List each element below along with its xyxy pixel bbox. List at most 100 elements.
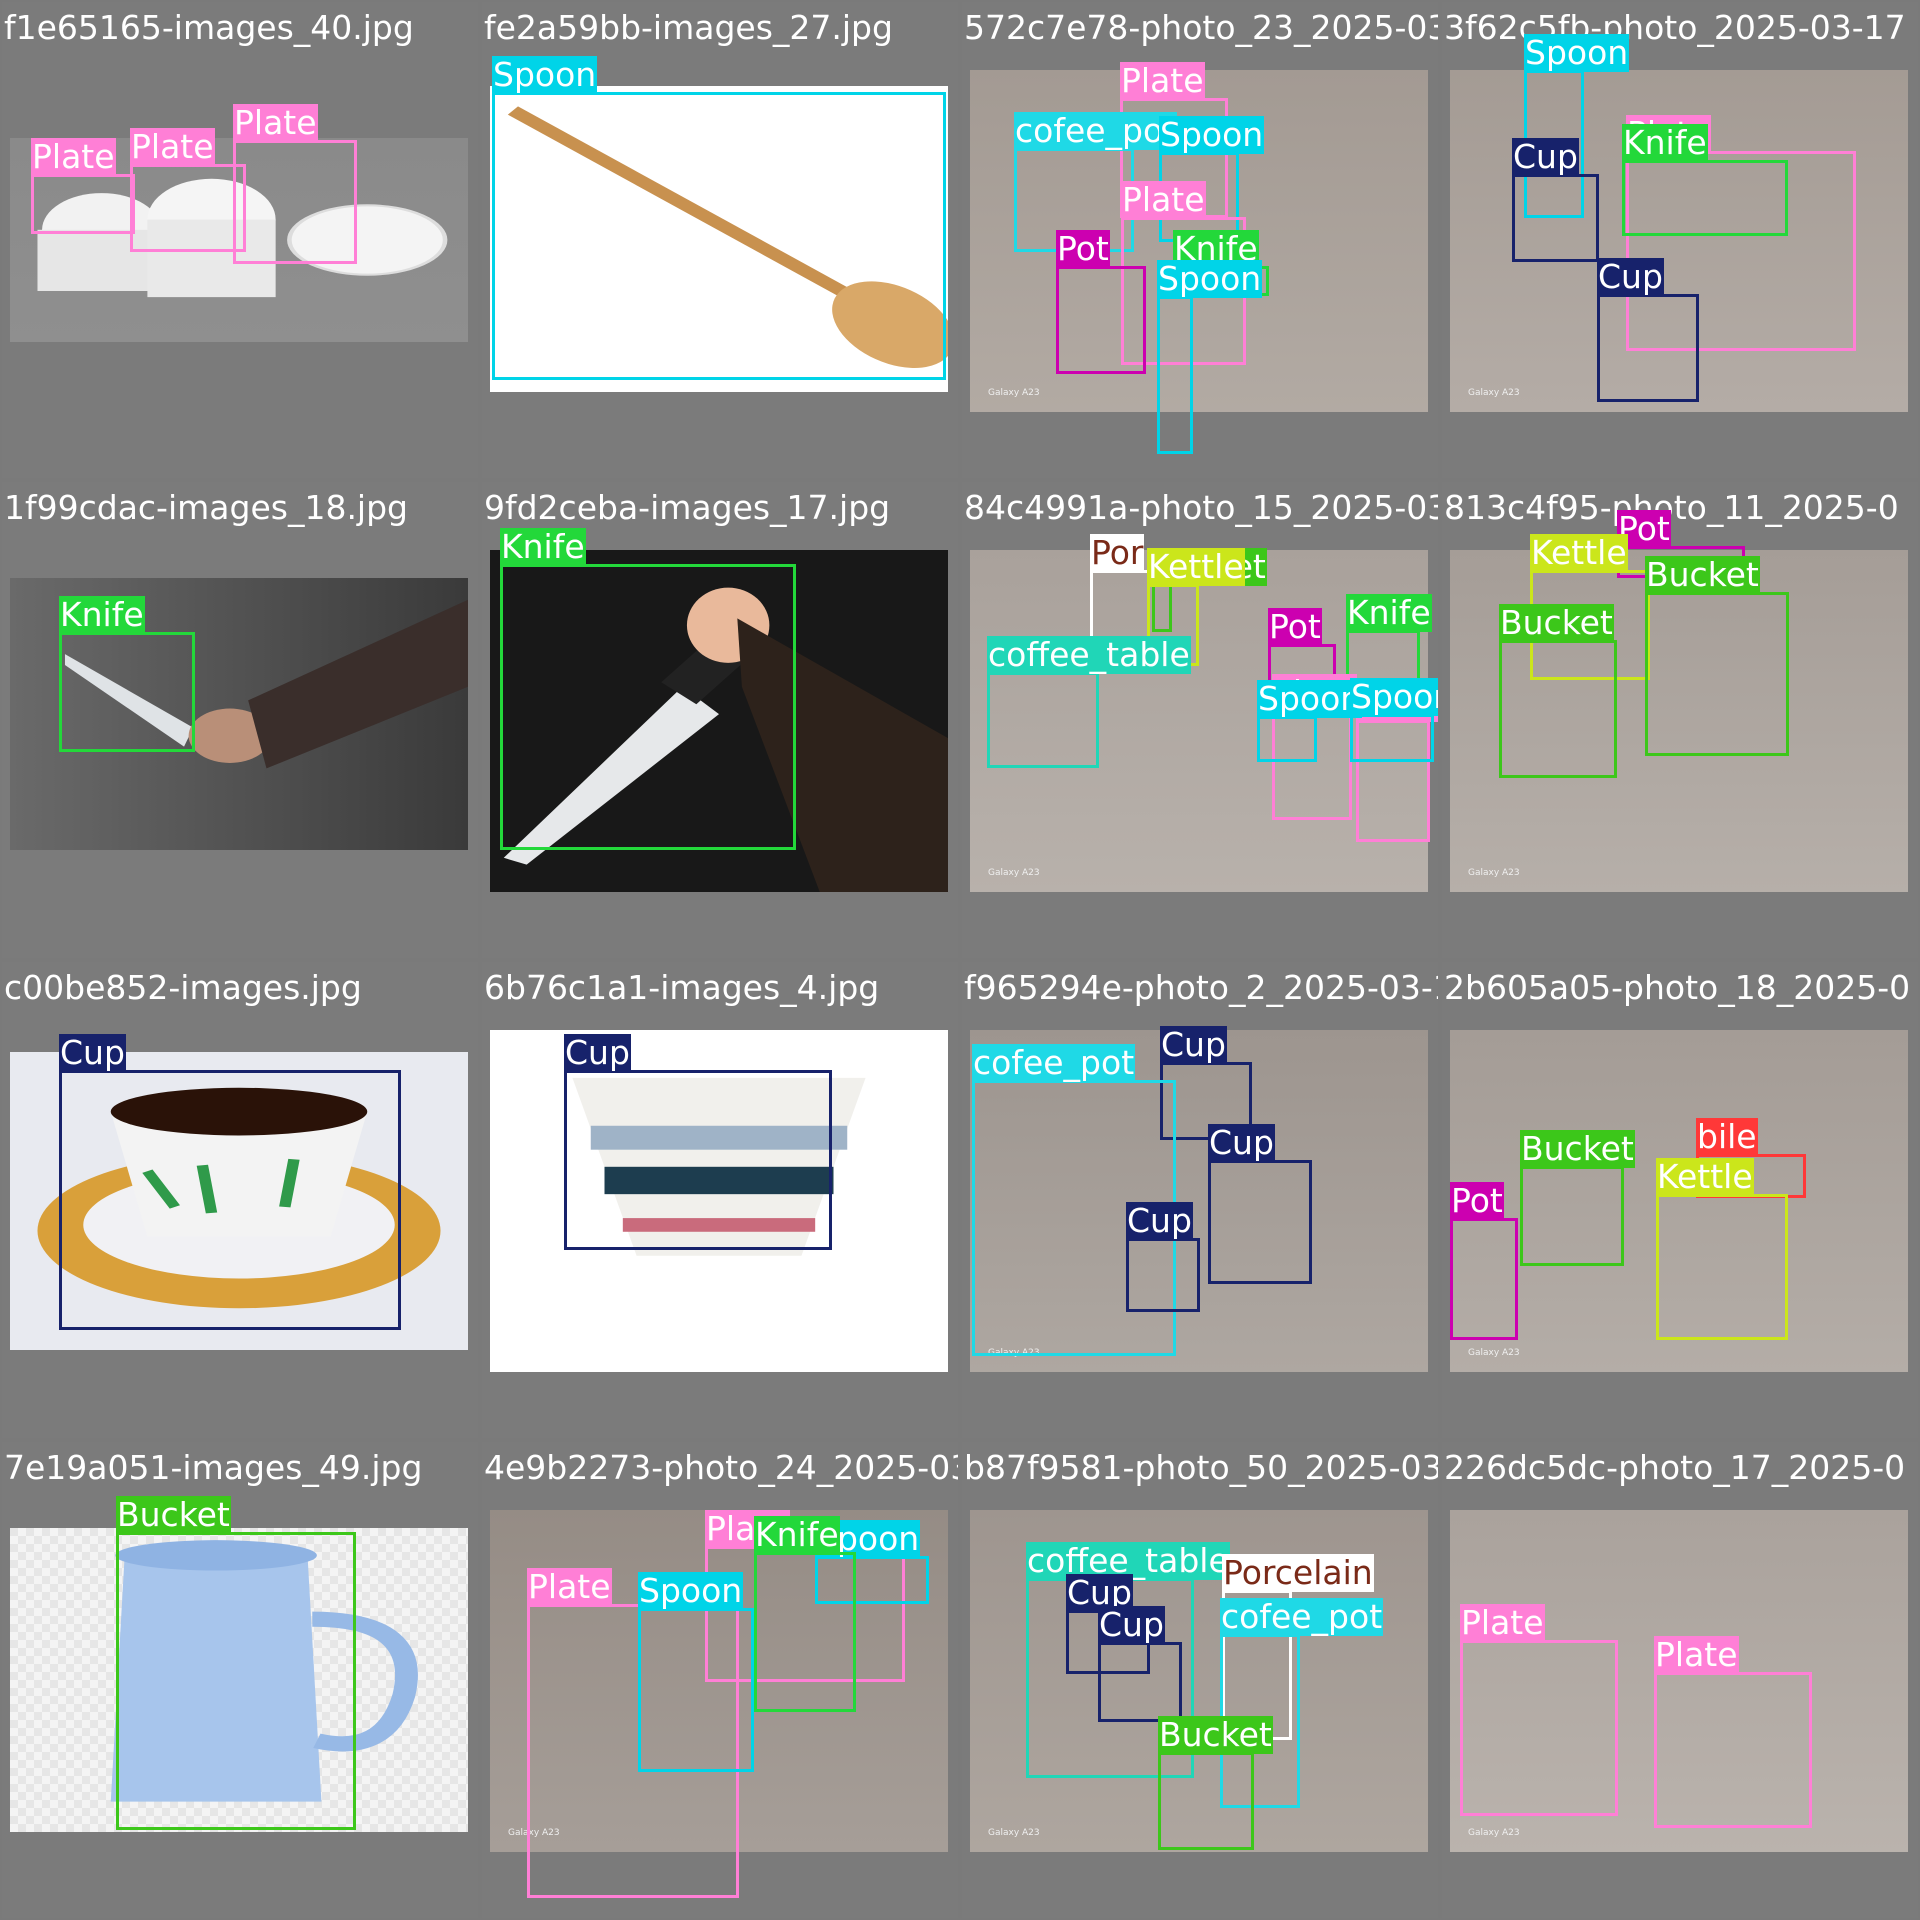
bbox-label: Bucket [1158,1715,1273,1754]
tile-filename: 1f99cdac-images_18.jpg [4,488,408,527]
camera-watermark: Galaxy A23 [1468,868,1520,878]
bbox-label: Pot [1450,1181,1504,1220]
camera-watermark: Galaxy A23 [1468,1348,1520,1358]
bbox-knife [754,1552,856,1712]
bbox-label: Plate [1120,61,1205,100]
mosaic-tile: Galaxy A23 572c7e78-photo_23_2025-03-17_1… [962,2,1438,478]
tile-filename: b87f9581-photo_50_2025-03-17_15-13-33.jp… [964,1448,1438,1487]
mosaic-tile: Galaxy A23f965294e-photo_2_2025-03-17_15… [962,962,1438,1438]
bbox-label: Kettle [1530,533,1628,572]
bbox-pot [1056,266,1146,374]
bbox-label: Spoon [492,55,598,94]
bbox-cup [59,1070,401,1330]
tile-filename: 572c7e78-photo_23_2025-03-17_15-13-33.jp… [964,8,1438,47]
bbox-label: Spoon [1257,679,1363,718]
bbox-label: Kettle [1656,1157,1754,1196]
bbox-label: Plate [1654,1635,1739,1674]
bbox-cup [564,1070,832,1250]
bbox-label: bile [1696,1117,1758,1156]
mosaic-tile: 7e19a051-images_49.jpg Bucket [2,1442,478,1918]
bbox-spoon [1157,296,1193,454]
bbox-cup [1597,294,1699,402]
mosaic-tile: fe2a59bb-images_27.jpg Spoon [482,2,958,478]
bbox-label: Cup [1098,1605,1165,1644]
bbox-label: cofee_pot [1014,111,1178,150]
bbox-label: Cup [1126,1201,1193,1240]
bbox-label: Cup [1512,137,1579,176]
camera-watermark: Galaxy A23 [1468,388,1520,398]
bbox-spoon [1350,714,1434,762]
bbox-label: Knife [59,595,145,634]
bbox-spoon [492,92,946,380]
bbox-bucket [116,1532,356,1830]
mosaic-tile: f1e65165-images_40.jpg Plate Plate Plate [2,2,478,478]
tile-filename: 7e19a051-images_49.jpg [4,1448,423,1487]
bbox-label: Cup [1160,1025,1227,1064]
bbox-label: Plate [527,1567,612,1606]
bbox-label: cofee_pot [972,1043,1136,1082]
bbox-label: Bucket [1520,1129,1635,1168]
bbox-label: Plate [1121,180,1206,219]
camera-watermark: Galaxy A23 [988,868,1040,878]
detection-mosaic: f1e65165-images_40.jpg Plate Plate Plate fe2… [0,0,1920,1920]
bbox-knife [1622,160,1788,236]
mosaic-tile: Galaxy A23 226dc5dc-photo_17_2025-0 Plate P… [1442,1442,1918,1918]
bbox-cup [1208,1160,1312,1284]
bbox-label: Spoon [1524,33,1630,72]
bbox-label: cofee_pot [1220,1597,1384,1636]
bbox-plate [233,140,357,264]
tile-filename: f1e65165-images_40.jpg [4,8,414,47]
tile-filename: 84c4991a-photo_15_2025-03-17_15-13-33.jp… [964,488,1438,527]
bbox-label: Plate [130,127,215,166]
bbox-plate [130,164,246,252]
bbox-plate [1460,1640,1618,1816]
bbox-label: Cup [564,1033,631,1072]
camera-watermark: Galaxy A23 [1468,1828,1520,1838]
bbox-knife [500,564,796,850]
bbox-label: Plate [1460,1603,1545,1642]
tile-filename: fe2a59bb-images_27.jpg [484,8,893,47]
tile-filename: 9fd2ceba-images_17.jpg [484,488,891,527]
bbox-spoon [638,1608,754,1772]
bbox-bucket [1499,640,1617,778]
tile-filename: 4e9b2273-photo_24_2025-03-17_15-13-33.jp… [484,1448,958,1487]
bbox-label: Knife [1346,593,1432,632]
bbox-label: Spoon [1159,115,1265,154]
bbox-label: Bucket [1645,555,1760,594]
mosaic-tile: c00be852-images.jpg Cup [2,962,478,1438]
mosaic-tile: Galaxy A23 2b605a05-photo_18_2025-0 bile Bu… [1442,962,1918,1438]
tile-filename: f965294e-photo_2_2025-03-17_15-13-33.jpg [964,968,1438,1007]
bbox-label: Cup [1597,257,1664,296]
bbox-label: Bucket [116,1495,231,1534]
bbox-label: Por [1090,533,1145,572]
bbox-plate [31,174,135,234]
bbox-label: Porcelain [1222,1553,1374,1592]
bbox-label: Knife [754,1515,840,1554]
bbox-label: Cup [1208,1123,1275,1162]
mosaic-tile: Galaxy A23 813c4f95-photo_11_2025-0 Pot Ket… [1442,482,1918,958]
mosaic-tile: 1f99cdac-images_18.jpg Knife [2,482,478,958]
bbox-label: Kettle [1147,547,1245,586]
mosaic-tile: 9fd2ceba-images_17.jpg Knife [482,482,958,958]
tile-filename: c00be852-images.jpg [4,968,362,1007]
tile-filename: 226dc5dc-photo_17_2025-0 [1444,1448,1906,1487]
mosaic-tile: Galaxy A23 b87f9581-photo_50_2025-03-17_1… [962,1442,1438,1918]
tile-filename: 6b76c1a1-images_4.jpg [484,968,880,1007]
bbox-label: Plate [31,137,116,176]
bbox-label: Bucket [1499,603,1614,642]
bbox-cup [1098,1642,1182,1722]
bbox-label: Plate [233,103,318,142]
bbox-label: Cup [59,1033,126,1072]
bbox-label: coffee_table [987,635,1191,674]
bbox-label: Spoon [638,1571,744,1610]
mosaic-tile: Galaxy A23 3f62c5fb-photo_2025-03-17 Spoon… [1442,2,1918,478]
bbox-porcelain [1090,570,1150,640]
mosaic-tile: Galaxy A234e9b2273-photo_24_2025-03-17_1… [482,1442,958,1918]
bbox-label: Spoon [1350,678,1438,716]
bbox-knife [59,632,195,752]
camera-watermark: Galaxy A23 [988,388,1040,398]
bbox-kettle [1656,1194,1788,1340]
bbox-pot [1450,1218,1518,1340]
bbox-label: Spoon [1157,259,1263,298]
bbox-cup [1512,174,1599,262]
